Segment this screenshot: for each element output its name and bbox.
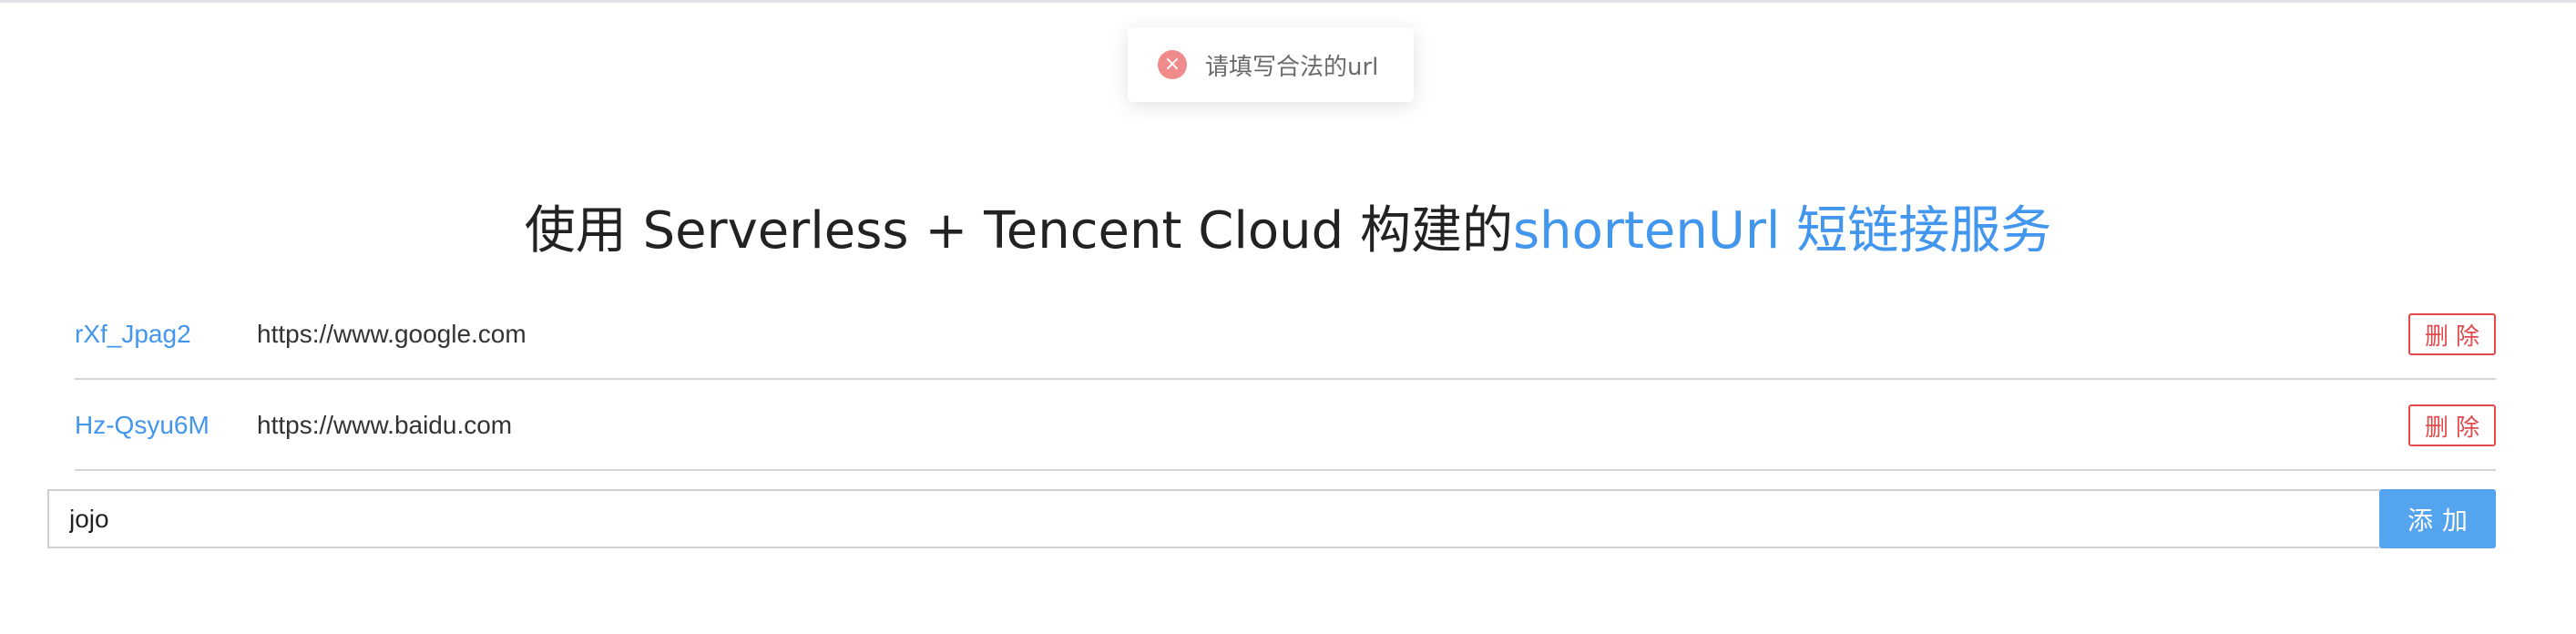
title-prefix: 使用 Serverless + Tencent Cloud 构建的 <box>524 201 1513 261</box>
page-title: 使用 Serverless + Tencent Cloud 构建的shorten… <box>0 189 2576 263</box>
original-url: https://www.google.com <box>257 320 526 348</box>
delete-button[interactable]: 删除 <box>2408 404 2496 446</box>
delete-button[interactable]: 删除 <box>2408 313 2496 355</box>
short-code-link[interactable]: rXf_Jpag2 <box>75 320 191 349</box>
top-border <box>0 0 2576 3</box>
toast-message: 请填写合法的url <box>1205 53 1379 81</box>
original-url: https://www.baidu.com <box>257 411 513 439</box>
error-icon: × <box>1158 50 1187 79</box>
add-url-form: 添加 <box>47 489 2496 548</box>
error-toast: × 请填写合法的url <box>1128 27 1414 102</box>
title-accent: shortenUrl 短链接服务 <box>1512 201 2052 261</box>
url-input[interactable] <box>47 489 2379 548</box>
link-row: Hz-Qsyu6M https://www.baidu.com 删除 <box>75 380 2496 471</box>
link-row: rXf_Jpag2 https://www.google.com 删除 <box>75 289 2496 380</box>
add-button[interactable]: 添加 <box>2379 489 2496 548</box>
short-code-link[interactable]: Hz-Qsyu6M <box>75 411 210 440</box>
